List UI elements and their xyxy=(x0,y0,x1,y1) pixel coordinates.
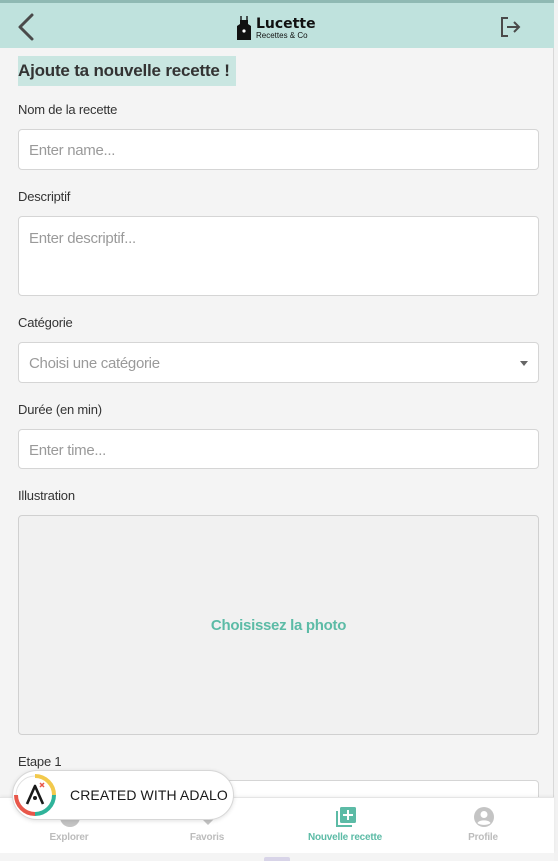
tab-nouvelle-recette[interactable]: Nouvelle recette xyxy=(276,798,414,854)
recipe-name-input[interactable]: Enter name... xyxy=(18,129,539,170)
description-placeholder: Enter descriptif... xyxy=(29,230,136,247)
description-input[interactable]: Enter descriptif... xyxy=(18,216,539,296)
illustration-label: Illustration xyxy=(18,488,75,503)
duration-input[interactable]: Enter time... xyxy=(18,429,539,469)
caret-down-icon xyxy=(520,361,528,366)
photo-picker[interactable]: Choisissez la photo xyxy=(18,515,539,735)
adalo-badge-text: CREATED WITH ADALO xyxy=(70,787,228,803)
duration-label: Durée (en min) xyxy=(18,402,102,417)
category-label: Catégorie xyxy=(18,315,73,330)
add-box-icon xyxy=(336,807,356,827)
step1-label: Etape 1 xyxy=(18,754,62,769)
adalo-badge[interactable]: CREATED WITH ADALO xyxy=(12,770,234,820)
duration-placeholder: Enter time... xyxy=(29,442,106,459)
back-button[interactable] xyxy=(14,11,40,43)
recipe-name-label: Nom de la recette xyxy=(18,102,118,117)
header-bar: Lucette Recettes & Co xyxy=(0,0,554,48)
tab-profile-label: Profile xyxy=(468,832,498,843)
app-logo: Lucette Recettes & Co xyxy=(236,13,316,43)
adalo-logo-icon xyxy=(14,774,56,816)
logout-button[interactable] xyxy=(498,15,522,39)
tab-profile[interactable]: Profile xyxy=(414,798,552,854)
logo-subtitle: Recettes & Co xyxy=(256,30,308,40)
recipe-name-placeholder: Enter name... xyxy=(29,142,116,159)
description-label: Descriptif xyxy=(18,189,71,204)
choose-photo-button[interactable]: Choisissez la photo xyxy=(19,617,538,634)
page-title: Ajoute ta nouvelle recette ! xyxy=(18,56,236,86)
app-screen: Lucette Recettes & Co Ajoute ta nouvelle… xyxy=(0,0,554,861)
apron-icon xyxy=(237,16,251,40)
home-indicator xyxy=(264,857,290,861)
category-select[interactable]: Choisi une catégorie xyxy=(18,342,539,383)
logo-name: Lucette xyxy=(256,15,316,32)
account-circle-icon xyxy=(474,807,494,827)
logout-icon xyxy=(501,17,521,37)
tab-explorer-label: Explorer xyxy=(49,832,89,843)
chevron-left-icon xyxy=(18,13,34,41)
tab-nouvelle-recette-label: Nouvelle recette xyxy=(307,832,383,843)
category-placeholder: Choisi une catégorie xyxy=(29,355,160,372)
tab-favoris-label: Favoris xyxy=(189,832,225,843)
